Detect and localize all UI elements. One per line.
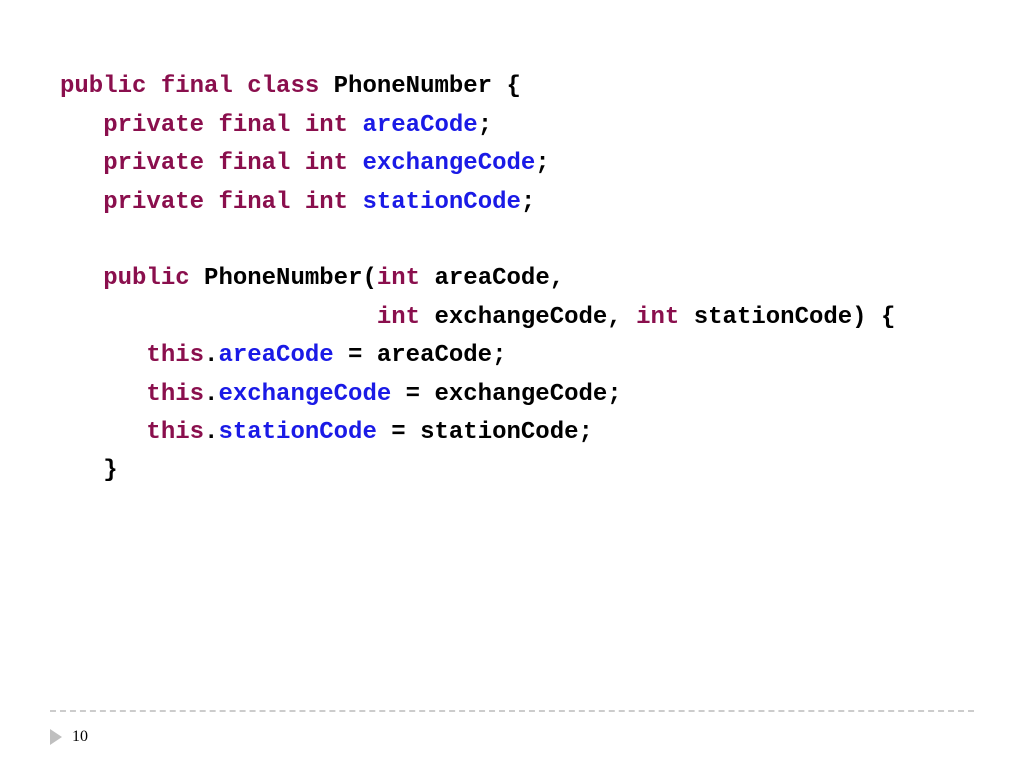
- page-number: 10: [72, 728, 88, 746]
- code-block: public final class PhoneNumber { private…: [60, 30, 964, 529]
- semicolon: ;: [478, 112, 492, 139]
- type: int: [377, 304, 420, 331]
- type: int: [636, 304, 679, 331]
- indent: [60, 265, 103, 292]
- param: areaCode,: [420, 265, 564, 292]
- constructor-name: PhoneNumber(: [190, 265, 377, 292]
- indent: [60, 342, 146, 369]
- dot: .: [204, 419, 218, 446]
- field-name: stationCode: [218, 419, 376, 446]
- field-name: areaCode: [362, 112, 477, 139]
- slide-footer: 10: [50, 728, 88, 746]
- indent: [60, 189, 103, 216]
- indent: [60, 419, 146, 446]
- keyword-this: this: [146, 419, 204, 446]
- slide: public final class PhoneNumber { private…: [0, 0, 1024, 768]
- param: exchangeCode,: [420, 304, 636, 331]
- assignment: = stationCode;: [377, 419, 593, 446]
- indent: [60, 112, 103, 139]
- semicolon: ;: [535, 150, 549, 177]
- param: stationCode) {: [679, 304, 895, 331]
- keyword-this: this: [146, 342, 204, 369]
- field-name: stationCode: [362, 189, 520, 216]
- close-brace: }: [60, 457, 118, 484]
- space: [348, 189, 362, 216]
- keyword: public: [103, 265, 189, 292]
- indent: [60, 304, 377, 331]
- semicolon: ;: [521, 189, 535, 216]
- type: int: [377, 265, 420, 292]
- keyword-this: this: [146, 381, 204, 408]
- divider: [50, 710, 974, 712]
- dot: .: [204, 381, 218, 408]
- space: [348, 112, 362, 139]
- field-name: exchangeCode: [218, 381, 391, 408]
- keyword: private final int: [103, 112, 348, 139]
- class-decl: PhoneNumber {: [319, 73, 521, 100]
- keyword: public final class: [60, 73, 319, 100]
- assignment: = exchangeCode;: [391, 381, 621, 408]
- indent: [60, 150, 103, 177]
- space: [348, 150, 362, 177]
- field-name: exchangeCode: [362, 150, 535, 177]
- indent: [60, 381, 146, 408]
- keyword: private final int: [103, 189, 348, 216]
- dot: .: [204, 342, 218, 369]
- field-name: areaCode: [218, 342, 333, 369]
- play-arrow-icon: [50, 729, 62, 745]
- keyword: private final int: [103, 150, 348, 177]
- assignment: = areaCode;: [334, 342, 507, 369]
